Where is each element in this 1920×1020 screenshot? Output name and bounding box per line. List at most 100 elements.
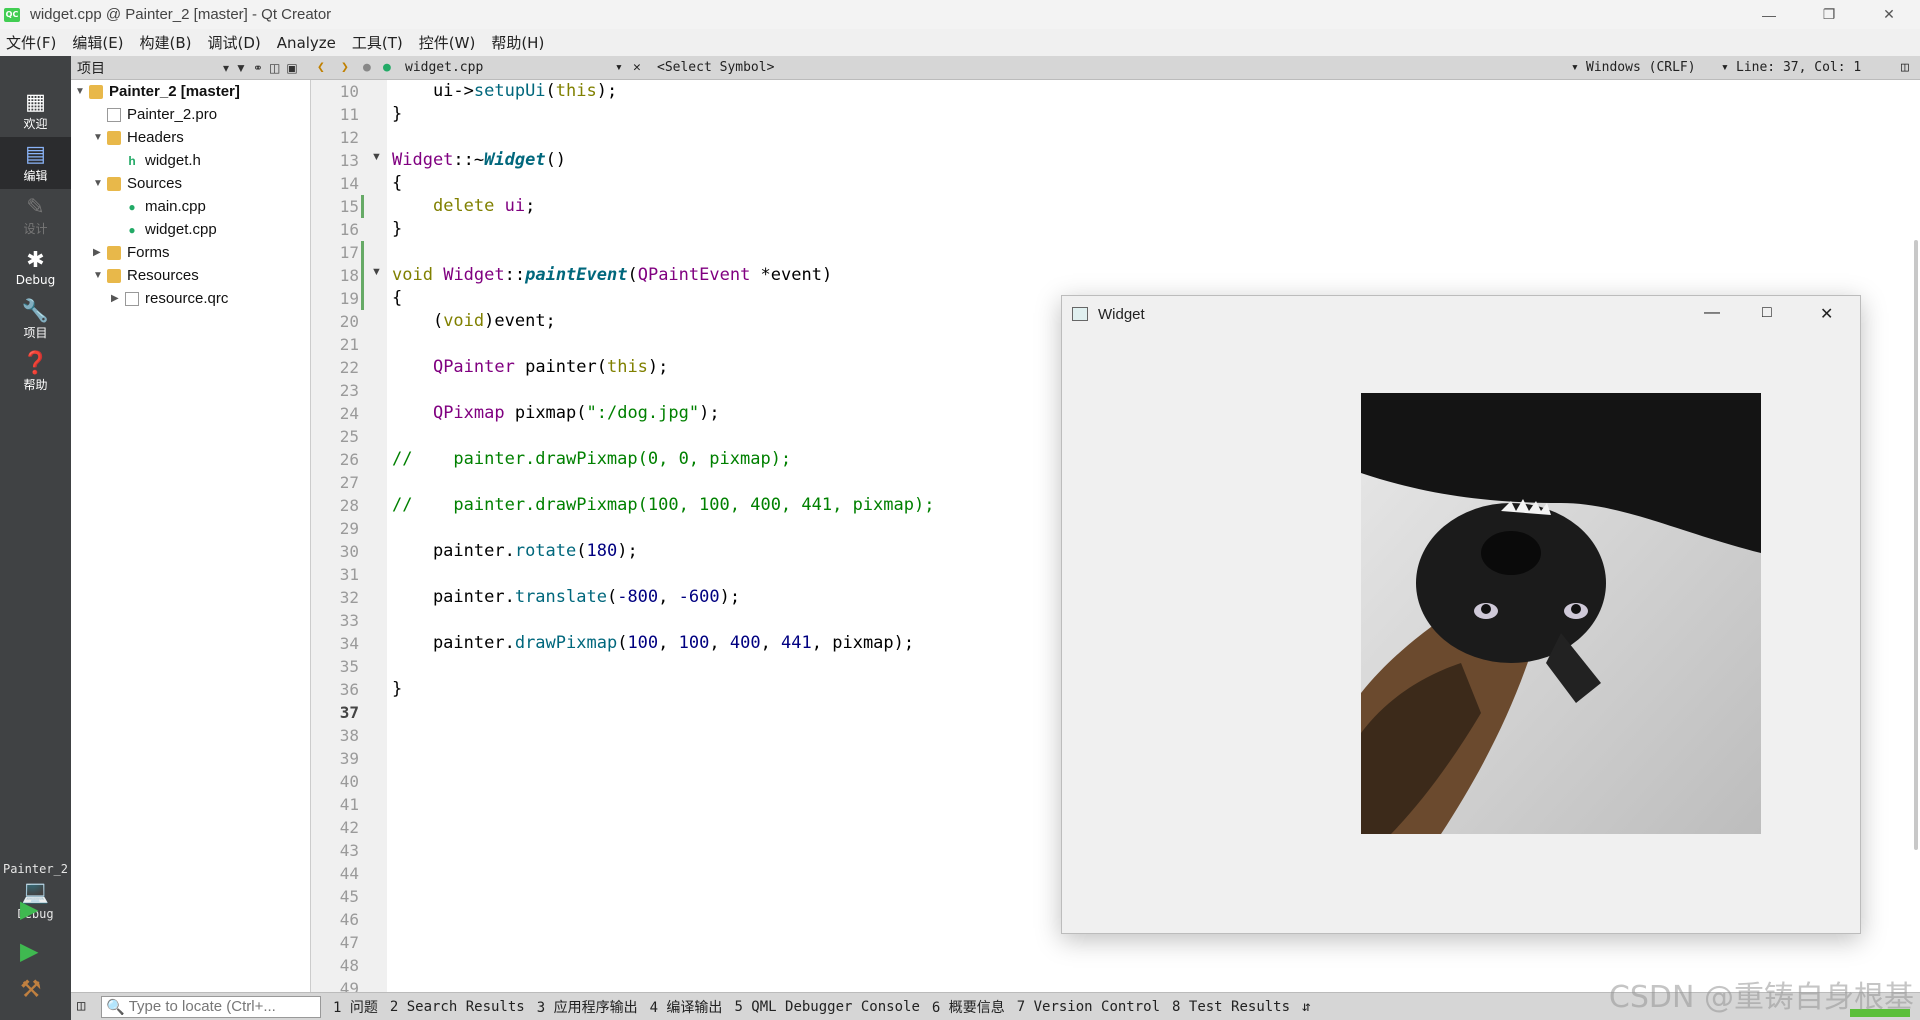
chevron-down-icon[interactable]: ▼ <box>75 86 89 97</box>
cpp-file-icon: ● <box>128 199 136 214</box>
pane-test-results[interactable]: 8 Test Results <box>1172 999 1290 1015</box>
tree-item-sources[interactable]: ▼ Sources <box>93 172 182 195</box>
mode-edit[interactable]: ▤ 编辑 <box>0 137 71 189</box>
close-file-icon[interactable]: ✕ <box>633 60 641 75</box>
menu-build[interactable]: 构建(B) <box>140 32 192 53</box>
pane-general-messages[interactable]: 6 概要信息 <box>932 997 1005 1017</box>
qt-creator-icon: QC <box>4 7 20 22</box>
run-button[interactable]: ▶ <box>20 896 38 924</box>
menu-file[interactable]: 文件(F) <box>6 32 56 53</box>
tree-item-pro-file[interactable]: Painter_2.pro <box>93 103 217 126</box>
line-number: 17 <box>339 243 359 262</box>
line-number: 31 <box>339 565 359 584</box>
chevron-right-icon[interactable]: ▶ <box>93 247 107 258</box>
close-button[interactable]: ✕ <box>1860 0 1918 29</box>
line-number: 27 <box>339 473 359 492</box>
open-file-selector[interactable]: widget.cpp <box>405 60 483 75</box>
widget-maximize-button[interactable]: □ <box>1762 304 1772 322</box>
mode-projects[interactable]: 🔧 项目 <box>0 294 71 346</box>
menu-controls[interactable]: 控件(W) <box>419 32 476 53</box>
widget-minimize-button[interactable]: — <box>1704 304 1720 322</box>
close-pane-icon[interactable]: ▣ <box>286 61 297 75</box>
line-number: 48 <box>339 956 359 975</box>
help-icon: ❓ <box>21 350 50 376</box>
widget-close-button[interactable]: ✕ <box>1820 304 1833 324</box>
line-number: 14 <box>339 174 359 193</box>
lock-icon: ● <box>363 60 371 75</box>
filter-icon[interactable]: ▼ <box>235 61 247 75</box>
pane-issues[interactable]: 1 问题 <box>333 997 378 1017</box>
fold-marker-icon[interactable]: ▼ <box>371 266 382 278</box>
editor-toolbar: ❮ ❯ ● ● widget.cpp ▾ ✕ <Select Symbol> ▾… <box>311 56 1920 80</box>
tree-item-resource-qrc[interactable]: ▶ resource.qrc <box>111 287 228 310</box>
widget-window[interactable]: Widget — □ ✕ <box>1061 295 1861 934</box>
wrench-icon: 🔧 <box>21 298 50 324</box>
tree-item-resources[interactable]: ▼ Resources <box>93 264 199 287</box>
menu-analyze[interactable]: Analyze <box>277 34 336 52</box>
pane-app-output[interactable]: 3 应用程序输出 <box>537 997 638 1017</box>
project-view-selector[interactable]: 项目 <box>77 58 217 78</box>
symbol-dropdown-icon[interactable]: ▾ <box>1571 60 1579 75</box>
chevron-down-icon[interactable]: ▼ <box>93 132 107 143</box>
pane-search-results[interactable]: 2 Search Results <box>390 999 525 1015</box>
menu-debug[interactable]: 调试(D) <box>208 32 261 53</box>
line-number: 25 <box>339 427 359 446</box>
minimize-button[interactable]: — <box>1740 0 1798 29</box>
code-line-20: (void)event; <box>392 311 556 331</box>
cursor-position[interactable]: Line: 37, Col: 1 <box>1736 60 1861 75</box>
tree-item-main-cpp[interactable]: ● main.cpp <box>111 195 206 218</box>
tree-item-forms[interactable]: ▶ Forms <box>93 241 170 264</box>
pane-more-icon[interactable]: ⇵ <box>1302 999 1310 1015</box>
widget-title-bar: Widget — □ ✕ <box>1062 296 1860 332</box>
line-ending-selector[interactable]: Windows (CRLF) <box>1586 60 1696 75</box>
header-file-icon: h <box>128 153 136 168</box>
menu-tools[interactable]: 工具(T) <box>352 32 403 53</box>
title-bar: QC widget.cpp @ Painter_2 [master] - Qt … <box>0 0 1920 29</box>
link-icon[interactable]: ⚭ <box>253 61 263 75</box>
symbol-selector[interactable]: <Select Symbol> <box>657 60 774 75</box>
project-tree: ▼ Painter_2 [master] Painter_2.pro ▼ Hea… <box>71 80 311 992</box>
pencil-icon: ✎ <box>26 194 45 220</box>
file-dropdown-icon[interactable]: ▾ <box>615 60 623 75</box>
tree-item-widget-h[interactable]: h widget.h <box>111 149 201 172</box>
pane-compile-output[interactable]: 4 编译输出 <box>650 997 723 1017</box>
mode-welcome[interactable]: ▦ 欢迎 <box>0 85 71 137</box>
mode-debug[interactable]: ✱ Debug <box>0 242 71 294</box>
pane-version-control[interactable]: 7 Version Control <box>1017 999 1160 1015</box>
line-ending-dropdown-icon[interactable]: ▾ <box>1721 60 1729 75</box>
toggle-sidebar-icon[interactable]: ◫ <box>77 998 85 1014</box>
restore-button[interactable]: ❐ <box>1800 0 1858 29</box>
split-editor-icon[interactable]: ◫ <box>1901 60 1909 75</box>
tree-item-project[interactable]: ▼ Painter_2 [master] <box>75 80 240 103</box>
mode-design[interactable]: ✎ 设计 <box>0 190 71 242</box>
mode-help[interactable]: ❓ 帮助 <box>0 346 71 398</box>
code-line-15: delete ui; <box>432 196 536 216</box>
tree-item-widget-cpp[interactable]: ● widget.cpp <box>111 218 216 241</box>
change-marker <box>361 264 364 310</box>
code-line-36: } <box>392 679 403 699</box>
vertical-scrollbar[interactable] <box>1914 240 1918 850</box>
dropdown-icon[interactable]: ▾ <box>223 61 229 75</box>
debug-run-button[interactable]: ▶ <box>20 938 38 966</box>
line-number: 37 <box>339 703 359 722</box>
locator-input[interactable]: 🔍 Type to locate (Ctrl+... <box>101 995 321 1018</box>
code-line-13: Widget::~Widget() <box>392 150 567 170</box>
line-number: 38 <box>339 726 359 745</box>
pane-qml-debugger[interactable]: 5 QML Debugger Console <box>734 999 919 1015</box>
line-number: 44 <box>339 864 359 883</box>
back-arrow-icon[interactable]: ❮ <box>317 60 325 75</box>
chevron-down-icon[interactable]: ▼ <box>93 270 107 281</box>
chevron-down-icon[interactable]: ▼ <box>93 178 107 189</box>
line-number: 20 <box>339 312 359 331</box>
menu-edit[interactable]: 编辑(E) <box>72 32 123 53</box>
line-number: 19 <box>339 289 359 308</box>
forward-arrow-icon[interactable]: ❯ <box>341 60 349 75</box>
locator-placeholder: Type to locate (Ctrl+... <box>128 998 276 1015</box>
split-icon[interactable]: ◫ <box>269 61 280 75</box>
chevron-right-icon[interactable]: ▶ <box>111 293 125 304</box>
line-number: 39 <box>339 749 359 768</box>
menu-help[interactable]: 帮助(H) <box>491 32 544 53</box>
build-button[interactable]: ⚒ <box>20 976 42 1004</box>
tree-item-headers[interactable]: ▼ Headers <box>93 126 184 149</box>
fold-marker-icon[interactable]: ▼ <box>371 151 382 163</box>
